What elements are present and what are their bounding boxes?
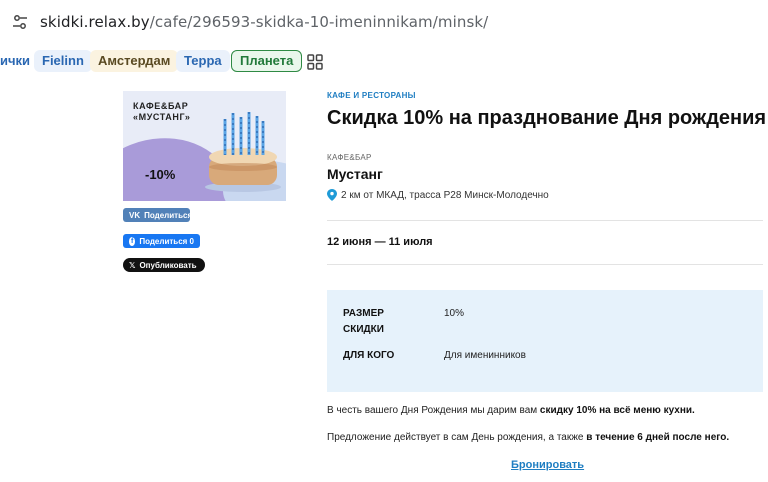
discount-size-value: 10% [444, 308, 465, 319]
description-text: В честь вашего Дня Рождения мы дарим вам [327, 405, 540, 416]
location-pin-icon [327, 189, 337, 201]
offer-details-box: РАЗМЕР СКИДКИ 10% ДЛЯ КОГО Для именинник… [327, 290, 763, 392]
category-link[interactable]: КАФЕ И РЕСТОРАНЫ [327, 91, 416, 100]
tags-strip: ички Fielinn Амстердам Терра Планета [0, 48, 768, 76]
promo-discount: -10% [145, 167, 176, 182]
audience-label: ДЛЯ КОГО [343, 350, 395, 361]
url-host: skidki.relax.by [40, 13, 150, 31]
tag-item[interactable]: Fielinn [34, 50, 92, 72]
discount-size-label-line: СКИДКИ [343, 324, 384, 335]
discount-size-label-line: РАЗМЕР [343, 308, 384, 319]
vk-share-button[interactable]: VK Поделиться [123, 208, 193, 222]
book-link[interactable]: Бронировать [511, 459, 584, 471]
facebook-share-button[interactable]: f Поделиться 0 [123, 234, 200, 248]
description-text: Предложение действует в сам День рождени… [327, 432, 587, 443]
discount-size-label: РАЗМЕР СКИДКИ [343, 306, 403, 338]
url-path: /cafe/296593-skidka-10-imeninnikam/minsk… [149, 13, 489, 31]
tag-item[interactable]: Терра [176, 50, 230, 72]
divider [327, 264, 763, 265]
description-paragraph: В честь вашего Дня Рождения мы дарим вам… [327, 405, 695, 416]
address-bar[interactable]: skidki.relax.by/cafe/296593-skidka-10-im… [0, 0, 768, 42]
grid-icon[interactable] [307, 54, 323, 70]
x-share-label: Опубликовать [139, 260, 197, 270]
promo-image: КАФЕ&БАР «МУСТАНГ» -10% [123, 91, 286, 201]
cake-illustration [205, 112, 281, 192]
description-bold: скидку 10% на всё меню кухни. [539, 405, 695, 416]
tag-item[interactable]: Амстердам [90, 50, 179, 72]
location: 2 км от МКАД, трасса Р28 Минск-Молодечно [327, 189, 549, 201]
promo-title: КАФЕ&БАР «МУСТАНГ» [133, 101, 190, 123]
description-paragraph: Предложение действует в сам День рождени… [327, 432, 729, 443]
divider [327, 220, 763, 221]
place-type: КАФЕ&БАР [327, 153, 372, 162]
promo-title-line: КАФЕ&БАР [133, 101, 189, 111]
x-share-button[interactable]: 𝕏 Опубликовать [123, 258, 205, 272]
facebook-share-label: Поделиться 0 [139, 236, 194, 246]
place-name[interactable]: Мустанг [327, 166, 383, 182]
site-settings-icon[interactable] [12, 14, 28, 30]
description-bold: в течение 6 дней после него. [586, 432, 730, 443]
audience-value: Для именинников [444, 350, 526, 361]
tag-item[interactable]: ички [0, 50, 39, 72]
facebook-icon: f [129, 236, 136, 246]
location-text: 2 км от МКАД, трасса Р28 Минск-Молодечно [341, 189, 549, 201]
vk-share-label: Поделиться [144, 210, 193, 220]
tag-item-active[interactable]: Планета [231, 50, 303, 72]
page-title: Скидка 10% на празднование Дня рождения [327, 107, 767, 129]
url-text[interactable]: skidki.relax.by/cafe/296593-skidka-10-im… [40, 13, 488, 31]
vk-icon: VK [129, 210, 141, 220]
x-icon: 𝕏 [129, 260, 136, 270]
offer-dates: 12 июня — 11 июля [327, 236, 433, 248]
promo-title-line: «МУСТАНГ» [133, 112, 191, 122]
